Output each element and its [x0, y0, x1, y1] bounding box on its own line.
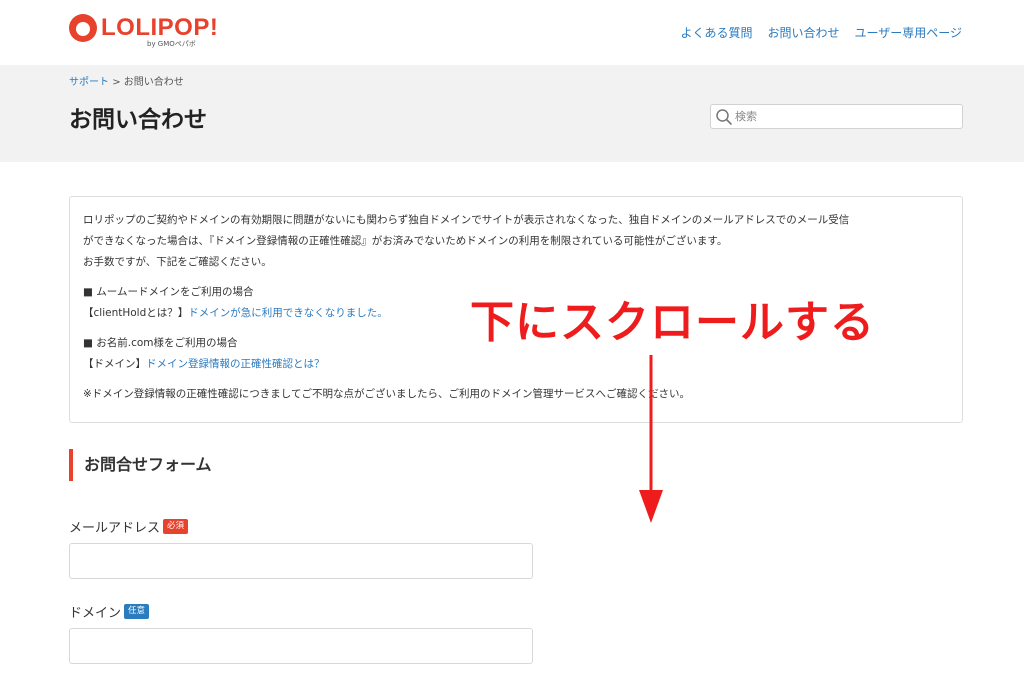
nav-contact[interactable]: お問い合わせ — [767, 24, 839, 41]
notice-text: お手数ですが、下記をご確認ください。 — [83, 256, 272, 268]
onamae-prefix: 【ドメイン】 — [83, 358, 146, 370]
site-header: LOLIPOP! by GMOペパボ よくある質問 お問い合わせ ユーザー専用ペ… — [0, 0, 1024, 65]
logo-sub: by GMOペパボ — [147, 40, 196, 48]
nav-user-page[interactable]: ユーザー専用ページ — [854, 24, 962, 41]
down-arrow-icon — [639, 355, 663, 523]
search-input[interactable] — [735, 107, 957, 126]
scroll-annotation: 下にスクロールする — [470, 297, 875, 348]
muumuu-prefix: 【clientHoldとは？】 — [83, 307, 189, 319]
search-icon — [716, 109, 732, 125]
logo-text: LOLIPOP! — [101, 14, 219, 41]
notice-text: ロリポップのご契約やドメインの有効期限に問題がないにも関わらず独自ドメインでサイ… — [83, 214, 850, 226]
email-label: メールアドレス 必須 — [69, 517, 189, 536]
notice-text: ができなくなった場合は、『ドメイン登録情報の正確性確認』がお済みでないためドメイ… — [83, 235, 728, 247]
page-title: お問い合わせ — [69, 107, 207, 133]
search-box[interactable] — [710, 104, 963, 129]
onamae-link[interactable]: ドメイン登録情報の正確性確認とは？ — [146, 358, 325, 370]
email-label-text: メールアドレス — [69, 521, 161, 536]
domain-field[interactable] — [69, 628, 533, 664]
top-nav: よくある質問 お問い合わせ ユーザー専用ページ — [680, 24, 962, 41]
breadcrumb-separator: > — [112, 77, 121, 88]
page-hero: サポート > お問い合わせ お問い合わせ — [0, 65, 1024, 162]
logo-mark-icon — [69, 14, 97, 42]
required-badge: 必須 — [163, 519, 189, 534]
breadcrumb: サポート > お問い合わせ — [69, 73, 184, 88]
form-section-title: お問合せフォーム — [69, 449, 212, 481]
domain-label: ドメイン 任意 — [69, 602, 150, 621]
notice-footer: ※ドメイン登録情報の正確性確認につきましてご不明な点がございましたら、ご利用のド… — [83, 388, 690, 400]
breadcrumb-current: お問い合わせ — [123, 77, 184, 88]
onamae-line: 【ドメイン】ドメイン登録情報の正確性確認とは？ — [83, 354, 949, 375]
nav-faq[interactable]: よくある質問 — [680, 24, 752, 41]
domain-label-text: ドメイン — [69, 606, 122, 621]
muumuu-link[interactable]: ドメインが急に利用できなくなりました。 — [188, 307, 388, 319]
breadcrumb-support[interactable]: サポート — [69, 77, 109, 88]
email-field[interactable] — [69, 543, 533, 579]
optional-badge: 任意 — [124, 604, 150, 619]
